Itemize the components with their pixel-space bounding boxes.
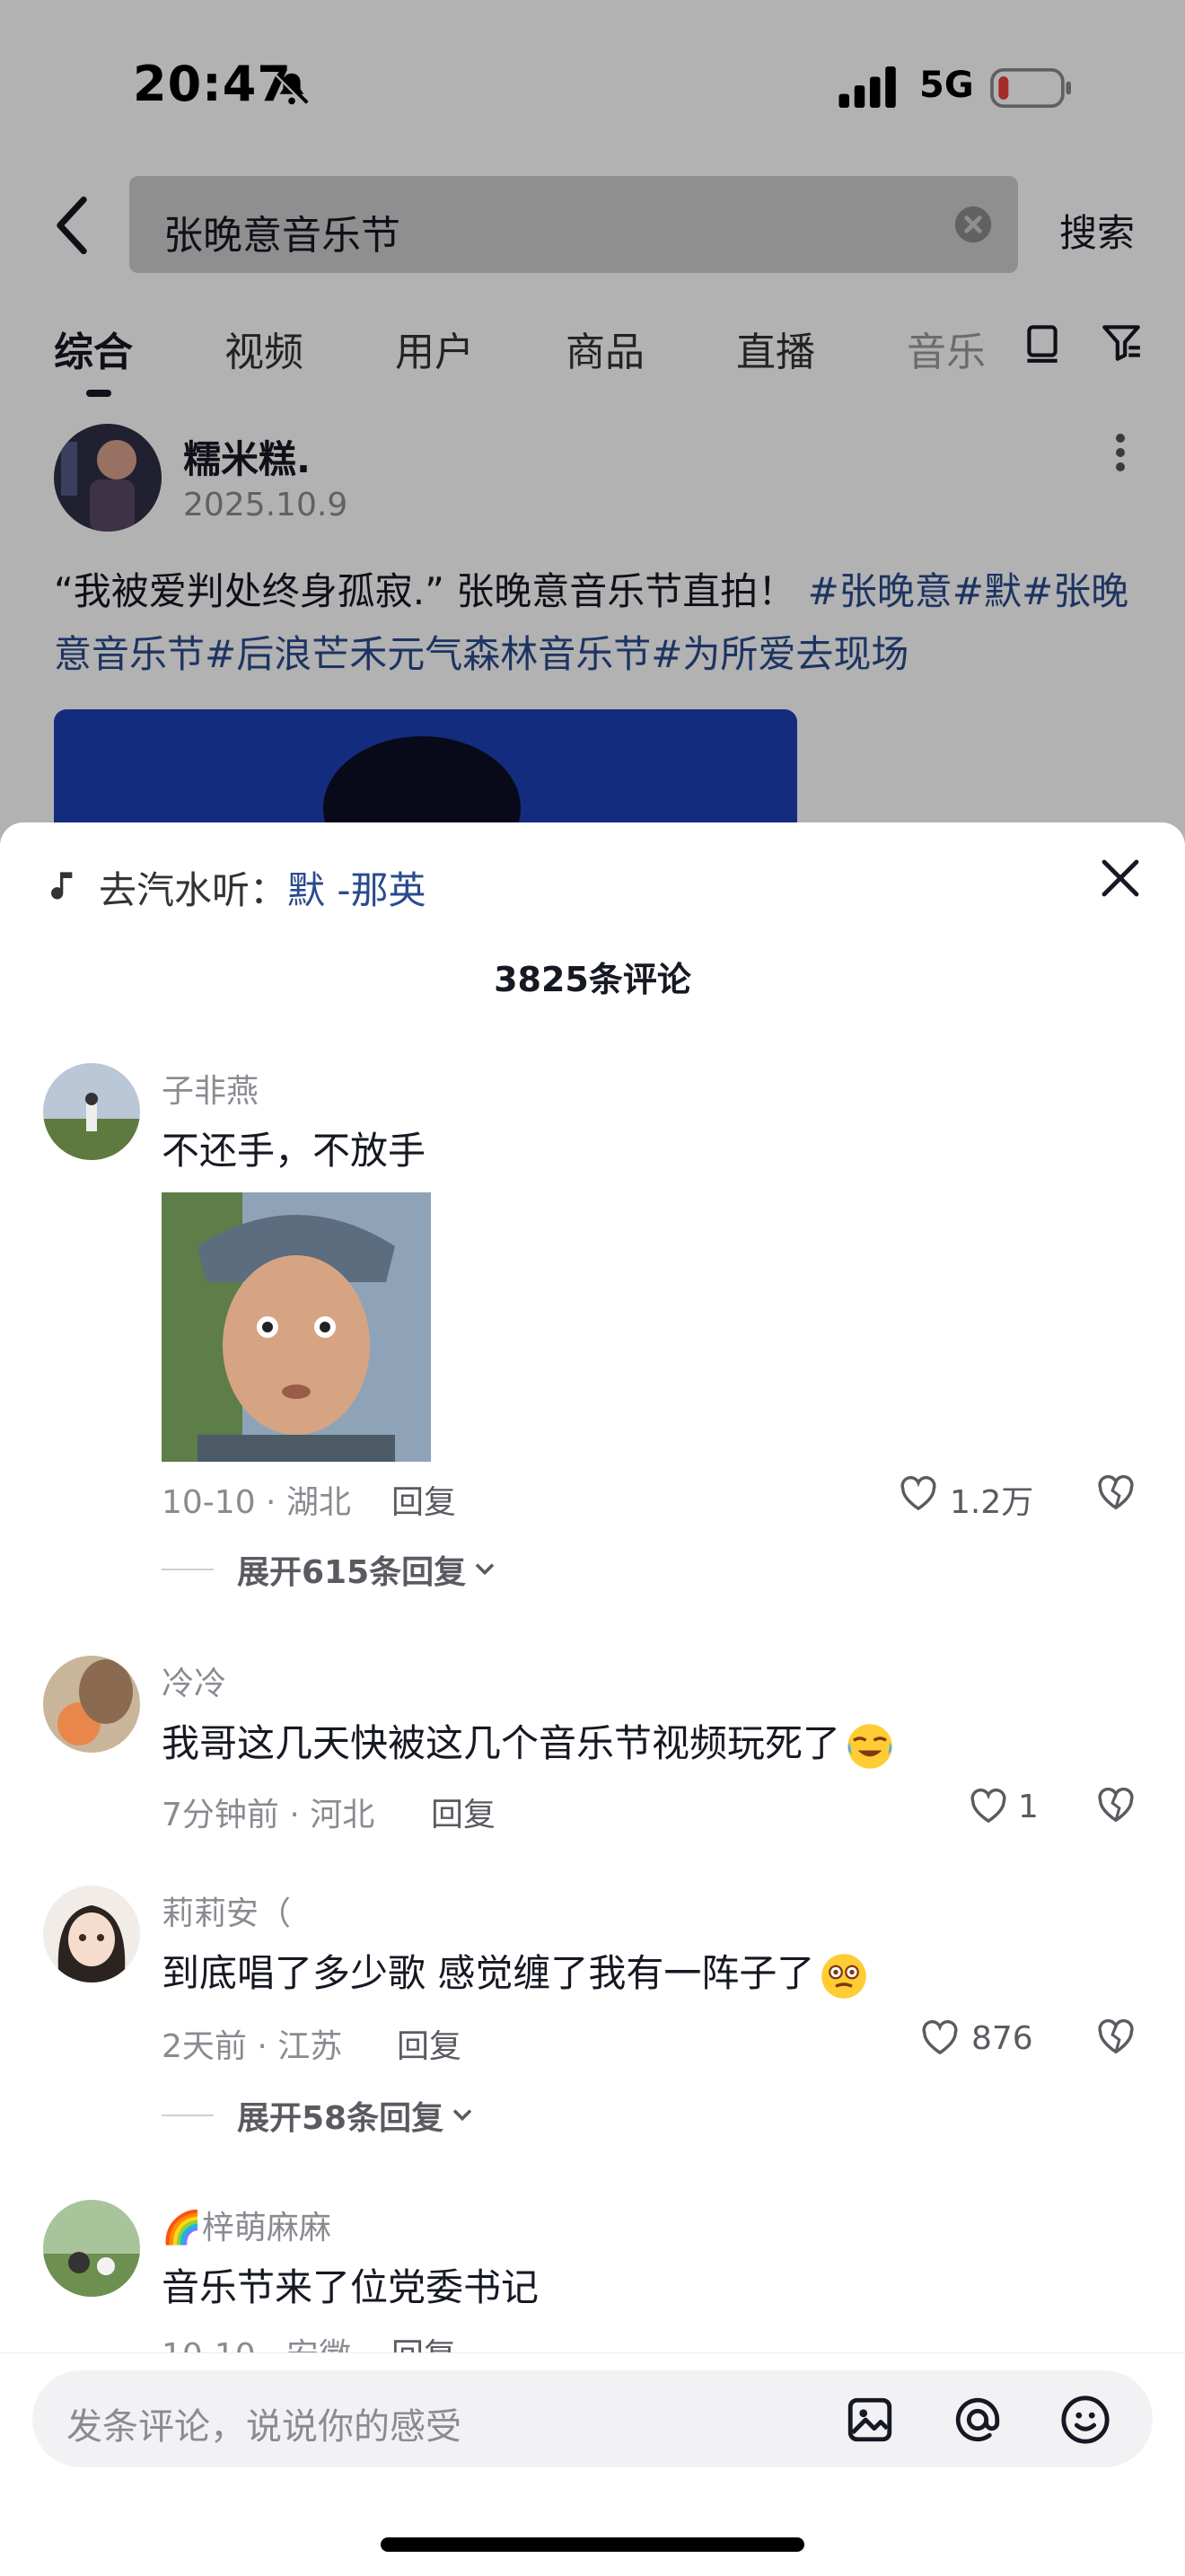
comment-text-content: 到底唱了多少歌 感觉缠了我有一阵子了 xyxy=(162,1951,815,1995)
comment-input-placeholder: 发条评论，说说你的感受 xyxy=(66,2406,461,2448)
expand-replies-label: 展开615条回复 xyxy=(237,1554,467,1591)
divider-line xyxy=(162,1569,214,1570)
comment-text: 到底唱了多少歌 感觉缠了我有一阵子了 xyxy=(162,1943,868,2000)
modal-overlay[interactable] xyxy=(0,0,1185,898)
music-prefix: 去汽水听： xyxy=(99,867,288,912)
commenter-name[interactable]: 子非燕 xyxy=(162,1065,259,1112)
broken-heart-icon[interactable] xyxy=(1095,1473,1137,1512)
comment-text: 不还手，不放手 xyxy=(162,1129,426,1173)
home-indicator xyxy=(381,2537,804,2552)
emoji-picker-icon[interactable] xyxy=(1059,2394,1111,2446)
commenter-avatar[interactable] xyxy=(43,2200,140,2297)
heart-icon[interactable] xyxy=(898,1474,939,1512)
expand-replies-label: 展开58条回复 xyxy=(237,2100,444,2137)
commenter-avatar[interactable] xyxy=(43,1656,140,1753)
comment-text: 我哥这几天快被这几个音乐节视频玩死了 xyxy=(162,1713,894,1771)
commenter-name[interactable]: 冷冷 xyxy=(162,1657,226,1704)
broken-heart-icon[interactable] xyxy=(1095,1785,1137,1824)
commenter-avatar[interactable] xyxy=(43,1886,140,1983)
comment-text-content: 我哥这几天快被这几个音乐节视频玩死了 xyxy=(162,1721,841,1765)
close-icon[interactable] xyxy=(1099,857,1142,900)
commenter-avatar[interactable] xyxy=(43,1063,140,1160)
reply-button[interactable]: 回复 xyxy=(397,2020,461,2067)
dizzy-face-emoji-icon xyxy=(821,1953,867,1999)
like-count: 1 xyxy=(1018,1789,1039,1825)
comment-input[interactable]: 发条评论，说说你的感受 xyxy=(32,2370,1153,2467)
comment-meta: 2天前 · 江苏 xyxy=(162,2028,343,2065)
comment-sticker-image[interactable] xyxy=(162,1192,431,1462)
music-note-icon xyxy=(51,872,73,900)
reply-button[interactable]: 回复 xyxy=(391,1476,456,1523)
like-count: 876 xyxy=(971,2020,1033,2057)
comment-meta: 7分钟前 · 河北 xyxy=(162,1797,375,1833)
mention-icon[interactable] xyxy=(952,2394,1004,2446)
chevron-down-icon xyxy=(452,2109,472,2122)
music-song[interactable]: 默 -那英 xyxy=(287,860,426,915)
broken-heart-icon[interactable] xyxy=(1095,2017,1137,2056)
commenter-name[interactable]: 🌈梓萌麻麻 xyxy=(162,2202,331,2248)
like-count: 1.2万 xyxy=(950,1484,1034,1521)
expand-replies[interactable]: 展开58条回复 xyxy=(162,2092,474,2139)
comment-meta: 10-10 · 湖北 xyxy=(162,1484,351,1521)
chevron-down-icon xyxy=(475,1563,495,1576)
comment-text: 音乐节来了位党委书记 xyxy=(162,2265,540,2309)
music-link[interactable]: 去汽水听： 默 -那英 xyxy=(48,860,426,914)
divider-line xyxy=(162,2114,214,2116)
heart-icon[interactable] xyxy=(968,1787,1009,1824)
comment-count: 3825条评论 xyxy=(494,960,691,999)
crying-laugh-emoji-icon xyxy=(847,1723,892,1769)
expand-replies[interactable]: 展开615条回复 xyxy=(162,1546,496,1593)
commenter-name[interactable]: 莉莉安（ xyxy=(162,1887,291,1934)
image-icon[interactable] xyxy=(844,2394,896,2446)
reply-button[interactable]: 回复 xyxy=(431,1789,496,1835)
heart-icon[interactable] xyxy=(919,2018,961,2056)
